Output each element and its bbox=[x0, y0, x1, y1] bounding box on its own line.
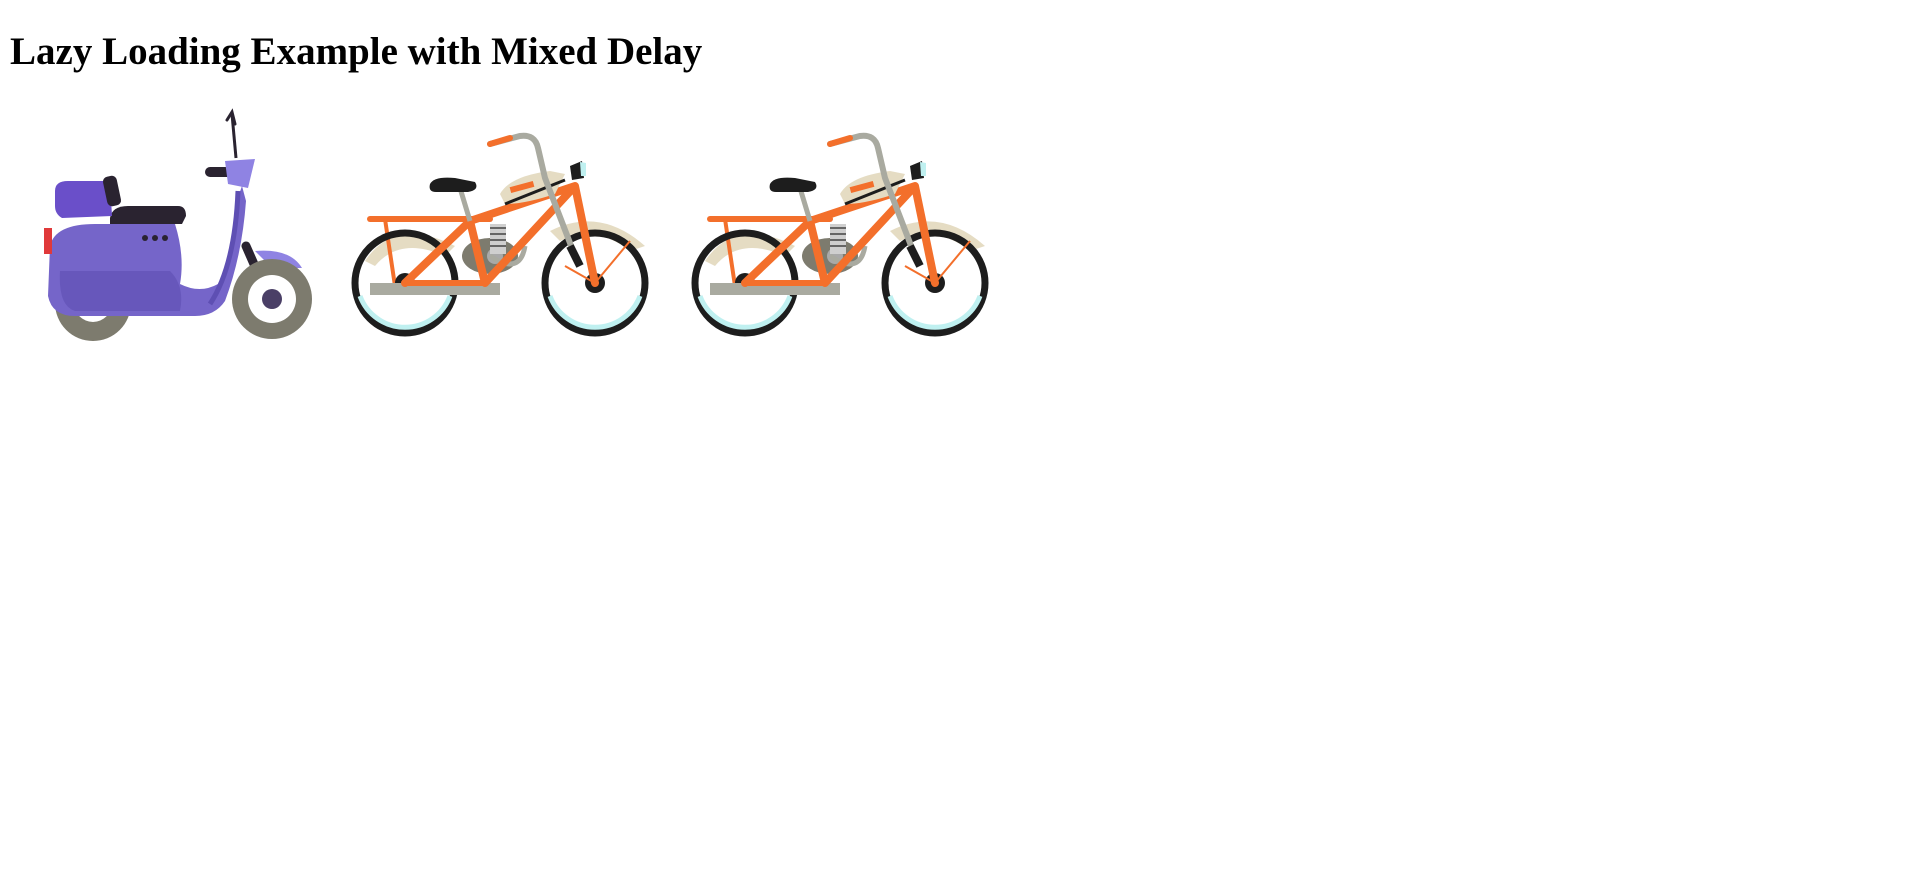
scooter-image bbox=[44, 108, 312, 341]
page-title: Lazy Loading Example with Mixed Delay bbox=[10, 30, 703, 73]
bicycle-image-1 bbox=[351, 132, 649, 337]
bicycle-image-2 bbox=[691, 132, 989, 337]
